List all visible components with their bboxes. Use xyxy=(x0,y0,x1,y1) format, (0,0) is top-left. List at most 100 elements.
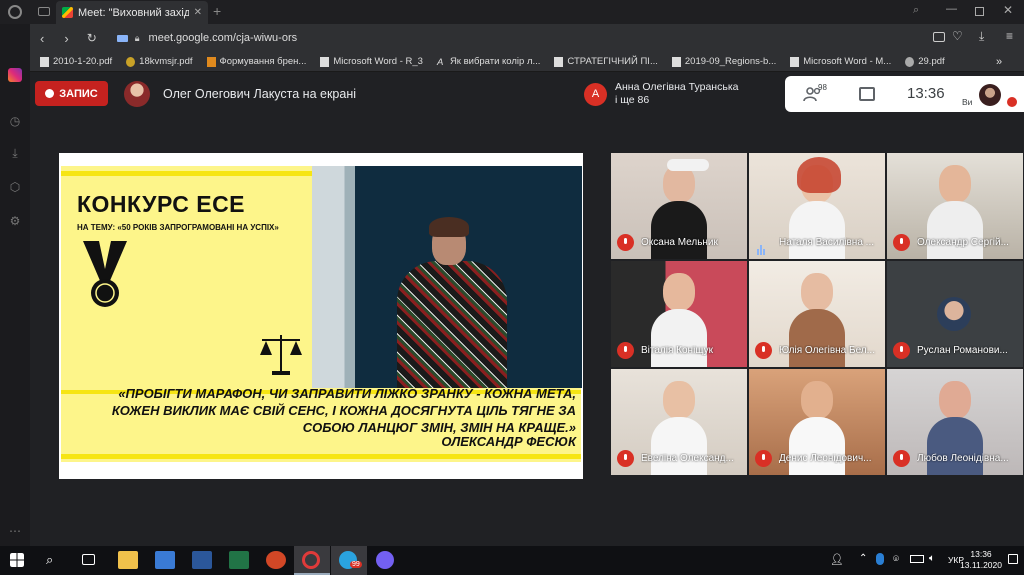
user-tray-icon[interactable]: 👤︎ xyxy=(830,553,844,566)
settings-gear-icon[interactable]: ⚙ xyxy=(8,214,22,228)
network-icon[interactable]: ⌾ xyxy=(893,554,899,565)
medal-icon xyxy=(83,241,127,307)
slide-subtitle: НА ТЕМУ: «50 РОКІВ ЗАПРОГРАМОВАНІ НА УСП… xyxy=(77,223,279,232)
participant-name: Руслан Романови... xyxy=(917,345,1008,356)
mic-off-icon xyxy=(893,450,910,467)
remote-desktop-icon[interactable] xyxy=(155,551,175,569)
bookmarks-bar: 2010-1-20.pdf 18kvmsjr.pdf Формування бр… xyxy=(30,52,1024,72)
mic-off-icon xyxy=(617,450,634,467)
info-name: Анна Олегівна Туранська xyxy=(615,81,739,93)
history-icon[interactable]: ◷ xyxy=(8,114,22,128)
speaking-indicator-icon xyxy=(757,237,769,255)
powerpoint-icon[interactable] xyxy=(266,551,286,569)
taskbar-clock[interactable]: 13:36 13.11.2020 xyxy=(960,549,1002,571)
meet-area: ЗАПИС Олег Олегович Лакуста на екрані А … xyxy=(30,72,1024,546)
lock-icon[interactable]: 🔒︎ xyxy=(135,33,140,44)
forward-icon[interactable]: › xyxy=(64,31,68,46)
bookmarks-more-button[interactable]: » xyxy=(996,56,1002,68)
opera-logo-icon[interactable] xyxy=(8,5,22,19)
menu-icon[interactable]: ≡ xyxy=(1006,29,1013,43)
bookmark-item[interactable]: 2019-09_Regions-b... xyxy=(671,56,776,67)
participant-name: Любов Леонідівна... xyxy=(917,453,1009,464)
slide-title: КОНКУРС ЕСЕ xyxy=(77,191,246,217)
windows-start-icon[interactable] xyxy=(10,553,24,567)
camera-indicator-icon[interactable] xyxy=(116,34,128,42)
back-icon[interactable]: ‹ xyxy=(40,31,44,46)
participant-tile[interactable]: Оксана Мельник xyxy=(611,153,747,259)
search-icon[interactable]: ⌕ xyxy=(46,552,60,567)
word-icon[interactable] xyxy=(192,551,212,569)
mic-off-icon xyxy=(755,342,772,359)
file-explorer-icon[interactable] xyxy=(118,551,138,569)
download-icon[interactable]: ⤓ xyxy=(979,29,984,44)
bookmark-item[interactable]: Microsoft Word - M... xyxy=(790,56,891,67)
self-mic-off-icon xyxy=(1007,97,1017,107)
instagram-icon[interactable] xyxy=(8,68,22,82)
bookmark-item[interactable]: 2010-1-20.pdf xyxy=(40,56,112,67)
bookmark-item[interactable]: Формування брен... xyxy=(206,56,306,67)
opera-icon[interactable] xyxy=(302,551,320,569)
heart-icon[interactable]: ♡ xyxy=(952,29,963,43)
meeting-info-bar[interactable]: А Анна Олегівна Туранська і ще 86 xyxy=(580,76,790,112)
tab-close-icon[interactable]: ✕ xyxy=(194,7,202,18)
browser-tab-bar: Meet: "Виховний захід_3 « ✕ + ⌕ — ✕ xyxy=(0,0,1024,24)
url-field[interactable]: meet.google.com/cja-wiwu-ors xyxy=(149,32,298,44)
address-bar: ‹ › ↻ 🔒︎ meet.google.com/cja-wiwu-ors ♡ … xyxy=(30,24,1024,52)
downloads-icon[interactable]: ⤓ xyxy=(8,146,22,160)
extensions-icon[interactable]: ⬡ xyxy=(8,180,22,194)
bluetooth-icon[interactable] xyxy=(876,553,884,565)
viber-icon[interactable] xyxy=(376,551,394,569)
participant-tile[interactable]: Руслан Романови... xyxy=(887,261,1023,367)
participant-tile[interactable]: Любов Леонідівна... xyxy=(887,369,1023,475)
record-button[interactable]: ЗАПИС xyxy=(35,81,108,106)
participant-tile[interactable]: Евеліна Олександ... xyxy=(611,369,747,475)
slide-quote: «ПРОБІГТИ МАРАФОН, ЧИ ЗАПРАВИТИ ЛІЖКО ЗР… xyxy=(111,386,576,435)
slide-person-hair xyxy=(429,217,469,237)
scales-icon xyxy=(260,335,302,375)
info-more: і ще 86 xyxy=(615,94,650,106)
participant-tile[interactable]: Олександр Сергій... xyxy=(887,153,1023,259)
excel-icon[interactable] xyxy=(229,551,249,569)
participant-tile[interactable]: Юлія Олегівна Бел... xyxy=(749,261,885,367)
battery-icon[interactable] xyxy=(910,555,924,563)
participant-tile[interactable]: Віталія Коніщук xyxy=(611,261,747,367)
info-avatar: А xyxy=(584,82,607,106)
notifications-icon[interactable] xyxy=(1008,554,1018,564)
slide-bottom-bar xyxy=(61,454,581,459)
participant-name: Денис Леонідович... xyxy=(779,453,872,464)
browser-tab-meet[interactable]: Meet: "Виховний захід_3 « ✕ xyxy=(56,1,208,24)
bookmark-item[interactable]: СТРАТЕГІЧНИЙ ПІ... xyxy=(554,56,658,67)
you-label: Ви xyxy=(962,97,973,107)
presentation-slide: КОНКУРС ЕСЕ НА ТЕМУ: «50 РОКІВ ЗАПРОГРАМ… xyxy=(59,153,583,479)
taskbar-time: 13:36 xyxy=(970,549,992,559)
messenger-icon[interactable] xyxy=(38,7,50,16)
participant-tile[interactable]: Денис Леонідович... xyxy=(749,369,885,475)
show-hidden-icons-icon[interactable]: ⌃ xyxy=(859,553,867,564)
participant-name: Наталя Василівна ... xyxy=(779,237,875,248)
meet-tab-icon xyxy=(62,7,73,18)
close-window-icon[interactable]: ✕ xyxy=(1003,3,1013,17)
participant-name: Евеліна Олександ... xyxy=(641,453,734,464)
participant-avatar xyxy=(937,297,971,331)
reload-icon[interactable]: ↻ xyxy=(87,31,97,45)
mic-off-icon xyxy=(617,234,634,251)
meet-clock: 13:36 xyxy=(907,85,945,102)
minimize-icon[interactable]: — xyxy=(946,3,957,15)
more-icon[interactable]: ⋯ xyxy=(8,524,22,538)
bookmark-item[interactable]: A Як вибрати колір л... xyxy=(437,56,540,68)
new-tab-button[interactable]: + xyxy=(213,3,221,19)
bookmark-item[interactable]: Microsoft Word - R_3 xyxy=(320,56,423,67)
restore-icon[interactable] xyxy=(975,7,984,16)
slide-person-sweater xyxy=(397,261,507,388)
bookmark-item[interactable]: 18kvmsjr.pdf xyxy=(126,56,193,67)
taskbar-date: 13.11.2020 xyxy=(960,560,1002,570)
task-view-icon[interactable] xyxy=(82,554,95,565)
search-tabs-icon[interactable]: ⌕ xyxy=(913,4,919,17)
bookmark-item[interactable]: 29.pdf xyxy=(905,56,945,67)
chat-icon[interactable] xyxy=(859,87,875,101)
self-avatar[interactable] xyxy=(979,84,1001,106)
volume-icon[interactable]: 🔈︎ xyxy=(929,553,935,564)
tab-title: Meet: "Виховний захід_3 « xyxy=(78,6,189,19)
participant-tile[interactable]: Наталя Василівна ... xyxy=(749,153,885,259)
camera-icon[interactable] xyxy=(933,32,945,42)
